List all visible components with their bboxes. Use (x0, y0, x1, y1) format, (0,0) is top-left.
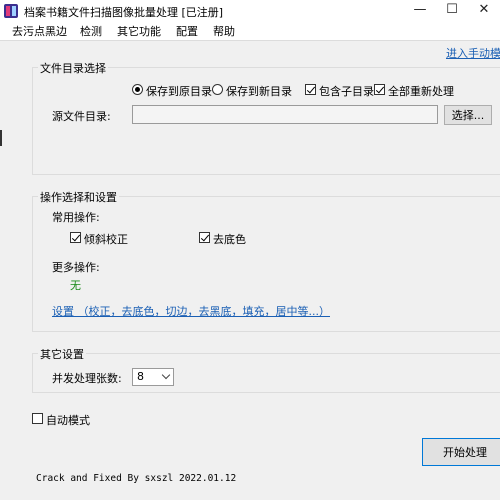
directory-group-title: 文件目录选择 (38, 60, 108, 76)
include-subdirs-checkbox[interactable] (305, 84, 316, 95)
start-processing-button[interactable]: 开始处理 (422, 438, 500, 466)
menu-bar: 去污点黑边 检测 其它功能 配置 帮助 (0, 22, 500, 40)
more-ops-label: 更多操作: (52, 261, 100, 274)
save-original-radio[interactable] (132, 84, 143, 95)
menu-config[interactable]: 配置 (176, 23, 198, 39)
minimize-button[interactable]: — (404, 0, 436, 22)
chevron-down-icon (161, 370, 171, 380)
remove-bg-checkbox[interactable] (199, 232, 210, 243)
save-new-label: 保存到新目录 (226, 85, 292, 98)
more-ops-value: 无 (70, 279, 81, 292)
settings-link[interactable]: 设置 （校正，去底色，切边，去黑底，填充，居中等...） (52, 303, 330, 319)
other-settings-title: 其它设置 (38, 346, 86, 362)
auto-mode-label: 自动模式 (46, 414, 90, 427)
save-new-radio[interactable] (212, 84, 223, 95)
browse-button[interactable]: 选择... (444, 105, 492, 125)
common-ops-label: 常用操作: (52, 211, 100, 224)
manual-mode-link[interactable]: 进入手动模式 (446, 45, 500, 61)
title-bar: 档案书籍文件扫描图像批量处理 [已注册] — ☐ ✕ (0, 0, 500, 22)
source-dir-label: 源文件目录: (52, 110, 111, 123)
reprocess-all-label: 全部重新处理 (388, 85, 454, 98)
menu-other-functions[interactable]: 其它功能 (117, 23, 161, 39)
window-edge (0, 130, 2, 146)
operations-group-title: 操作选择和设置 (38, 189, 119, 205)
save-original-label: 保存到原目录 (146, 85, 212, 98)
window-title: 档案书籍文件扫描图像批量处理 [已注册] (24, 6, 224, 19)
menu-help[interactable]: 帮助 (213, 23, 235, 39)
concurrency-label: 并发处理张数: (52, 372, 122, 385)
concurrency-select[interactable]: 8 (132, 368, 174, 386)
concurrency-value: 8 (137, 370, 144, 383)
app-icon (4, 4, 18, 18)
footer-credit: Crack and Fixed By sxszl 2022.01.12 (36, 473, 237, 484)
deskew-label: 倾斜校正 (84, 233, 128, 246)
close-button[interactable]: ✕ (468, 0, 500, 22)
maximize-button[interactable]: ☐ (436, 0, 468, 22)
menu-remove-spots[interactable]: 去污点黑边 (12, 23, 67, 39)
include-subdirs-label: 包含子目录 (319, 85, 374, 98)
source-dir-input[interactable] (132, 105, 438, 124)
deskew-checkbox[interactable] (70, 232, 81, 243)
auto-mode-checkbox[interactable] (32, 413, 43, 424)
reprocess-all-checkbox[interactable] (374, 84, 385, 95)
main-panel: 进入手动模式 文件目录选择 保存到原目录 保存到新目录 包含子目录 全部重新处理… (0, 40, 500, 500)
menu-detect[interactable]: 检测 (80, 23, 102, 39)
remove-bg-label: 去底色 (213, 233, 246, 246)
